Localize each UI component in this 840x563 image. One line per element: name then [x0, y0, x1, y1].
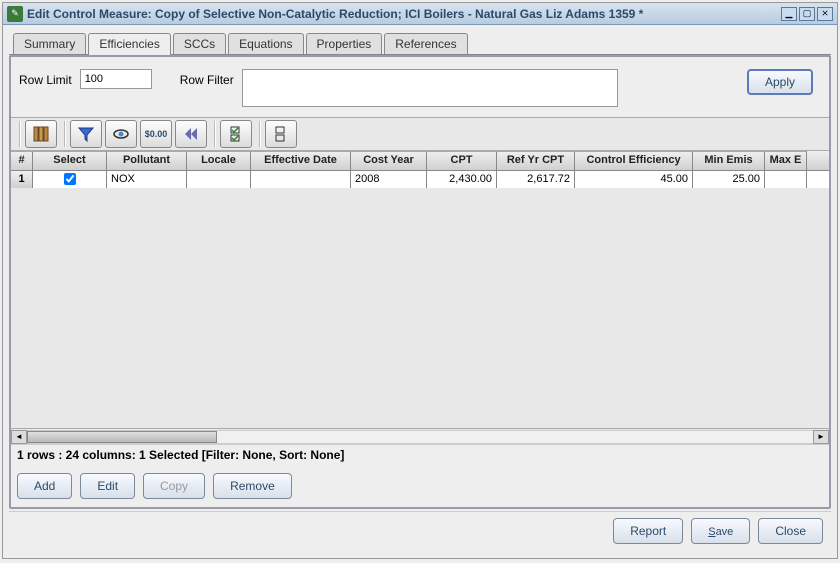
- footer: Report Save Close: [9, 511, 831, 552]
- maximize-icon[interactable]: ▢: [799, 7, 815, 21]
- tab-summary[interactable]: Summary: [13, 33, 86, 55]
- tab-bar: Summary Efficiencies SCCs Equations Prop…: [9, 31, 831, 55]
- grid-header[interactable]: # Select Pollutant Locale Effective Date…: [11, 151, 829, 171]
- status-bar: 1 rows : 24 columns: 1 Selected [Filter:…: [11, 444, 829, 465]
- close-button[interactable]: Close: [758, 518, 823, 544]
- content: Summary Efficiencies SCCs Equations Prop…: [3, 25, 837, 558]
- grid-toolbar: $0.00: [11, 117, 829, 151]
- window-title: Edit Control Measure: Copy of Selective …: [27, 7, 779, 21]
- crud-row: Add Edit Copy Remove: [11, 465, 829, 507]
- report-button[interactable]: Report: [613, 518, 683, 544]
- cell-select[interactable]: [33, 171, 107, 188]
- add-button[interactable]: Add: [17, 473, 72, 499]
- tab-properties[interactable]: Properties: [306, 33, 383, 55]
- tab-efficiencies[interactable]: Efficiencies: [88, 33, 170, 55]
- grid-body[interactable]: 1 NOX 2008 2,430.00 2,617.72 45.00 25.00: [11, 171, 829, 428]
- col-cost-year[interactable]: Cost Year: [351, 151, 427, 170]
- table-row[interactable]: 1 NOX 2008 2,430.00 2,617.72 45.00 25.00: [11, 171, 829, 188]
- cell-locale[interactable]: [187, 171, 251, 188]
- apply-button[interactable]: Apply: [747, 69, 813, 95]
- tab-equations[interactable]: Equations: [228, 33, 303, 55]
- titlebar[interactable]: ✎ Edit Control Measure: Copy of Selectiv…: [3, 3, 837, 25]
- first-icon[interactable]: [175, 120, 207, 148]
- cell-pollutant[interactable]: NOX: [107, 171, 187, 188]
- cell-rownum[interactable]: 1: [11, 171, 33, 188]
- cell-max-emis[interactable]: [765, 171, 807, 188]
- tab-sccs[interactable]: SCCs: [173, 33, 226, 55]
- col-min-emis[interactable]: Min Emis: [693, 151, 765, 170]
- view-icon[interactable]: [105, 120, 137, 148]
- col-ref-yr-cpt[interactable]: Ref Yr CPT: [497, 151, 575, 170]
- save-button[interactable]: Save: [691, 518, 750, 544]
- data-grid: # Select Pollutant Locale Effective Date…: [11, 151, 829, 444]
- col-pollutant[interactable]: Pollutant: [107, 151, 187, 170]
- cell-control-efficiency[interactable]: 45.00: [575, 171, 693, 188]
- edit-button[interactable]: Edit: [80, 473, 135, 499]
- filter-icon[interactable]: [70, 120, 102, 148]
- row-select-checkbox[interactable]: [64, 173, 76, 185]
- clear-all-icon[interactable]: [265, 120, 297, 148]
- select-all-icon[interactable]: [220, 120, 252, 148]
- row-filter-label: Row Filter: [180, 69, 234, 87]
- col-cpt[interactable]: CPT: [427, 151, 497, 170]
- col-max-emis[interactable]: Max E: [765, 151, 807, 170]
- remove-button[interactable]: Remove: [213, 473, 292, 499]
- close-icon[interactable]: ⨯: [817, 7, 833, 21]
- format-cost-icon[interactable]: $0.00: [140, 120, 172, 148]
- scroll-right-icon[interactable]: ►: [813, 430, 829, 444]
- col-select[interactable]: Select: [33, 151, 107, 170]
- horizontal-scrollbar[interactable]: ◄ ►: [11, 428, 829, 444]
- col-control-efficiency[interactable]: Control Efficiency: [575, 151, 693, 170]
- save-label: ave: [716, 526, 734, 538]
- scroll-track[interactable]: [27, 430, 813, 444]
- cell-effective-date[interactable]: [251, 171, 351, 188]
- cell-cost-year[interactable]: 2008: [351, 171, 427, 188]
- col-locale[interactable]: Locale: [187, 151, 251, 170]
- app-icon: ✎: [7, 6, 23, 22]
- row-limit-label: Row Limit: [19, 69, 72, 87]
- columns-icon[interactable]: [25, 120, 57, 148]
- window: ✎ Edit Control Measure: Copy of Selectiv…: [2, 2, 838, 559]
- col-rownum[interactable]: #: [11, 151, 33, 170]
- row-filter-input[interactable]: [242, 69, 618, 107]
- scroll-thumb[interactable]: [27, 431, 217, 443]
- cell-ref-yr-cpt[interactable]: 2,617.72: [497, 171, 575, 188]
- cell-min-emis[interactable]: 25.00: [693, 171, 765, 188]
- col-effective-date[interactable]: Effective Date: [251, 151, 351, 170]
- minimize-icon[interactable]: ▁: [781, 7, 797, 21]
- tab-references[interactable]: References: [384, 33, 467, 55]
- copy-button[interactable]: Copy: [143, 473, 205, 499]
- tab-panel-efficiencies: Row Limit Row Filter Apply $0.00: [9, 55, 831, 509]
- cell-cpt[interactable]: 2,430.00: [427, 171, 497, 188]
- scroll-left-icon[interactable]: ◄: [11, 430, 27, 444]
- filter-row: Row Limit Row Filter Apply: [11, 57, 829, 117]
- row-limit-input[interactable]: [80, 69, 152, 89]
